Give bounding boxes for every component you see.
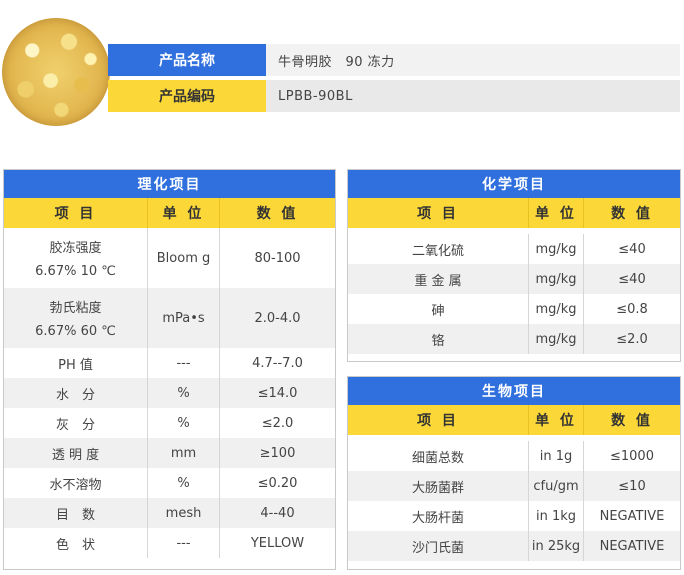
row-unit: % [177, 415, 190, 431]
table-row: 胶冻强度 6.67% 10 ℃ Bloom g 80-100 [4, 228, 335, 288]
row-unit: Bloom g [156, 250, 211, 266]
column-header-item: 项 目 [417, 413, 459, 429]
table-row: PH 值 --- 4.7--7.0 [4, 348, 335, 378]
row-value: ≤0.8 [616, 301, 648, 317]
row-unit: --- [176, 535, 191, 551]
column-header-value: 数 值 [611, 413, 653, 429]
row-unit: in 25kg [531, 538, 581, 554]
row-value: ≤1000 [610, 448, 654, 464]
row-item: 水不溶物 [49, 477, 102, 493]
chemical-items-table: 化学项目 项 目 单 位 数 值 二氧化硫 mg/kg ≤40 重 金 属 mg… [347, 169, 681, 362]
physical-properties-table: 理化项目 项 目 单 位 数 值 胶冻强度 6.67% 10 ℃ Bloom g … [3, 169, 336, 570]
row-unit: --- [176, 355, 191, 371]
row-unit: mesh [165, 505, 202, 521]
row-item: 铬 [431, 333, 445, 349]
row-value: ≤2.0 [261, 415, 294, 431]
row-item: 灰 分 [55, 417, 95, 433]
row-unit: % [177, 385, 190, 401]
row-value: YELLOW [250, 535, 305, 551]
row-unit: cfu/gm [533, 478, 579, 494]
column-header-item: 项 目 [417, 206, 459, 222]
row-item: 色 状 [55, 537, 95, 553]
row-value: 2.0-4.0 [254, 310, 301, 326]
table-row: 沙门氏菌 in 25kg NEGATIVE [348, 531, 680, 561]
table-row: 目 数 mesh 4--40 [4, 498, 335, 528]
row-unit: in 1g [539, 448, 573, 464]
row-item: 胶冻强度 [49, 241, 102, 256]
product-name-value: 牛骨明胶 90 冻力 [266, 44, 680, 76]
chemical-items-title: 化学项目 [348, 170, 680, 198]
column-header-value: 数 值 [256, 206, 299, 222]
row-unit: % [177, 475, 190, 491]
row-value: ≤0.20 [257, 475, 298, 491]
table-row: 细菌总数 in 1g ≤1000 [348, 441, 680, 471]
table-row: 透 明 度 mm ≥100 [4, 438, 335, 468]
column-header-item: 项 目 [54, 206, 97, 222]
physical-properties-title: 理化项目 [4, 170, 335, 198]
row-value: ≤40 [618, 241, 646, 257]
biological-items-table: 生物项目 项 目 单 位 数 值 细菌总数 in 1g ≤1000 大肠菌群 c… [347, 376, 681, 570]
table-row: 大肠菌群 cfu/gm ≤10 [348, 471, 680, 501]
table-row: 二氧化硫 mg/kg ≤40 [348, 234, 680, 264]
row-item-condition: 6.67% 10 ℃ [35, 264, 116, 279]
row-value: NEGATIVE [599, 508, 665, 524]
row-item: PH 值 [58, 357, 93, 373]
row-item: 沙门氏菌 [411, 540, 464, 556]
table-row: 铬 mg/kg ≤2.0 [348, 324, 680, 354]
row-item: 细菌总数 [411, 450, 464, 466]
row-value: ≤14.0 [257, 385, 298, 401]
table-row: 重 金 属 mg/kg ≤40 [348, 264, 680, 294]
row-item: 水 分 [55, 387, 95, 403]
row-item: 砷 [431, 303, 445, 319]
column-header-unit: 单 位 [528, 198, 584, 228]
row-value: 80-100 [254, 250, 301, 266]
row-unit: mg/kg [535, 331, 577, 347]
row-item: 勃氏粘度 [49, 301, 102, 316]
row-unit: mm [170, 445, 197, 461]
column-header-value: 数 值 [611, 206, 653, 222]
row-value: ≥100 [259, 445, 296, 461]
product-code-value: LPBB-90BL [266, 80, 680, 112]
row-unit: mPa•s [162, 310, 205, 326]
table-row: 砷 mg/kg ≤0.8 [348, 294, 680, 324]
table-row: 水不溶物 % ≤0.20 [4, 468, 335, 498]
row-item: 二氧化硫 [411, 243, 464, 259]
table-row: 勃氏粘度 6.67% 60 ℃ mPa•s 2.0-4.0 [4, 288, 335, 348]
row-value: ≤10 [618, 478, 646, 494]
table-row: 大肠杆菌 in 1kg NEGATIVE [348, 501, 680, 531]
row-unit: mg/kg [535, 301, 577, 317]
row-unit: mg/kg [535, 241, 577, 257]
column-header-unit: 单 位 [528, 405, 584, 435]
table-header-row: 项 目 单 位 数 值 [4, 198, 335, 228]
row-item: 目 数 [55, 507, 95, 523]
row-item: 大肠菌群 [411, 480, 464, 496]
row-value: ≤40 [618, 271, 646, 287]
row-value: ≤2.0 [616, 331, 648, 347]
table-row: 灰 分 % ≤2.0 [4, 408, 335, 438]
row-item: 重 金 属 [414, 273, 462, 289]
product-name-label: 产品名称 [108, 44, 266, 76]
row-item: 透 明 度 [51, 447, 100, 463]
table-header-row: 项 目 单 位 数 值 [348, 405, 680, 435]
biological-items-title: 生物项目 [348, 377, 680, 405]
table-header-row: 项 目 单 位 数 值 [348, 198, 680, 228]
row-item-condition: 6.67% 60 ℃ [35, 324, 116, 339]
row-item: 大肠杆菌 [411, 510, 464, 526]
column-header-unit: 单 位 [147, 198, 220, 228]
row-value: NEGATIVE [599, 538, 665, 554]
row-unit: in 1kg [535, 508, 577, 524]
row-value: 4--40 [260, 505, 295, 521]
row-unit: mg/kg [535, 271, 577, 287]
product-photo [2, 18, 110, 126]
row-value: 4.7--7.0 [252, 355, 303, 371]
table-row: 水 分 % ≤14.0 [4, 378, 335, 408]
product-code-label: 产品编码 [108, 80, 266, 112]
table-row: 色 状 --- YELLOW [4, 528, 335, 558]
